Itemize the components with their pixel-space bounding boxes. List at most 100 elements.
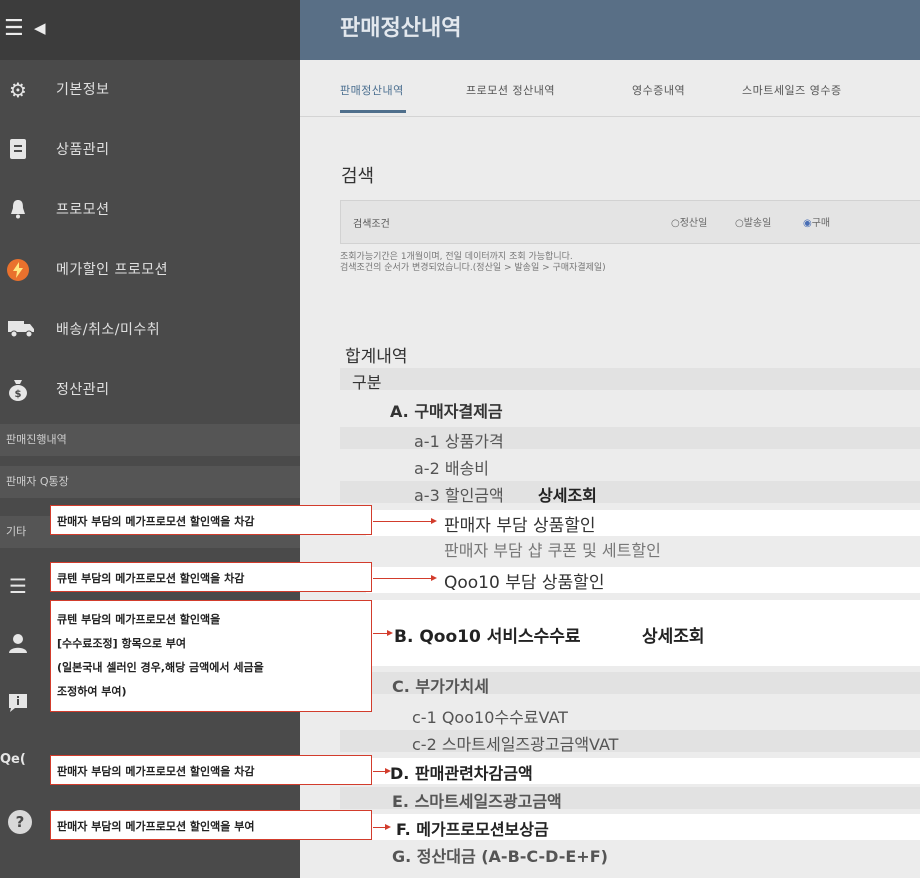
arrow-icon <box>373 768 391 774</box>
radio-off-icon: ○ <box>671 218 680 229</box>
b-detail-link[interactable]: 상세조회 <box>642 622 705 647</box>
sidebar-subitem-q-account[interactable]: 판매자 Q통장 <box>0 466 300 498</box>
collapse-arrow-icon[interactable]: ◀ <box>34 19 46 37</box>
help-icon[interactable]: ? <box>8 810 32 834</box>
callout-text: [수수료조정] 항목으로 부여 <box>57 637 187 650</box>
radio-settlement-date[interactable]: ○정산일 <box>671 214 707 229</box>
callout-qoo10-burden-fee-adjust: 큐텐 부담의 메가프로모션 할인액을 [수수료조정] 항목으로 부여 (일본국내… <box>50 600 372 712</box>
sidebar-item-shipping[interactable]: 배송/취소/미수취 <box>0 300 300 360</box>
callout-seller-burden-deduct-2: 판매자 부담의 메가프로모션 할인액을 차감 <box>50 755 372 785</box>
callout-text: 큐텐 부담의 메가프로모션 할인액을 차감 <box>57 572 245 585</box>
sidebar-header: ☰ ◀ <box>0 0 300 60</box>
highlight-row-a3-1: 판매자 부담 상품할인 <box>366 510 920 536</box>
highlight-row-b: B. Qoo10 서비스수수료 상세조회 <box>366 600 920 666</box>
summary-header-row: 구분 <box>340 368 920 392</box>
row-label: c-1 Qoo10수수료VAT <box>412 708 568 727</box>
arrow-icon <box>373 518 437 524</box>
row-label: A. 구매자결제금 <box>390 402 503 421</box>
note-line: 조회가능기간은 1개월이며, 전일 데이터까지 조회 가능합니다. <box>340 252 573 262</box>
search-section-title: 검색 <box>341 166 375 187</box>
callout-text: 판매자 부담의 메가프로모션 할인액을 차감 <box>57 515 255 528</box>
highlight-row-a3-3: Qoo10 부담 상품할인 <box>366 567 920 593</box>
row-label: F. 메가프로모션보상금 <box>396 820 549 839</box>
summary-row-a: A. 구매자결제금 <box>340 397 920 421</box>
summary-row-c2: c-2 스마트세일즈광고금액VAT <box>340 730 920 754</box>
qoo10-logo-partial: Qe( <box>0 752 26 767</box>
summary-row-a1: a-1 상품가격 <box>340 427 920 451</box>
search-condition-label: 검색조건 <box>353 219 390 230</box>
a3-detail-link[interactable]: 상세조회 <box>538 482 597 506</box>
row-label: Qoo10 부담 상품할인 <box>444 573 605 593</box>
sidebar-subitem-label: 기타 <box>6 525 27 538</box>
gears-icon: ⚙ <box>9 78 27 102</box>
radio-label: 발송일 <box>743 218 772 229</box>
callout-text: 판매자 부담의 메가프로모션 할인액을 부여 <box>57 820 255 833</box>
callout-text: (일본국내 셀러인 경우,해당 금액에서 세금을 <box>57 661 264 674</box>
sidebar-item-promotion[interactable]: 프로모션 <box>0 180 300 240</box>
radio-label: 구매 <box>811 218 831 229</box>
summary-row-c: C. 부가가치세 <box>340 672 920 696</box>
svg-text:$: $ <box>15 389 22 400</box>
row-label: C. 부가가치세 <box>392 677 489 696</box>
callout-text: 조정하여 부여) <box>57 685 127 698</box>
row-label: D. 판매관련차감금액 <box>390 764 533 783</box>
callout-seller-burden-deduct-1: 판매자 부담의 메가프로모션 할인액을 차감 <box>50 505 372 535</box>
lightning-badge-icon <box>6 258 30 282</box>
callout-seller-burden-grant: 판매자 부담의 메가프로모션 할인액을 부여 <box>50 810 372 840</box>
main-content: 판매정산내역 판매정산내역 프로모션 정산내역 영수증내역 스마트세일즈 영수증… <box>300 0 920 878</box>
radio-purchase-date[interactable]: ◉구매 <box>803 214 830 229</box>
search-condition-row: 검색조건 ○정산일 ○발송일 ◉구매 <box>340 200 920 244</box>
sidebar-item-label: 기본정보 <box>56 82 110 98</box>
tab-receipts[interactable]: 영수증내역 <box>632 82 685 98</box>
callout-qoo10-burden-deduct: 큐텐 부담의 메가프로모션 할인액을 차감 <box>50 562 372 592</box>
summary-row-a2: a-2 배송비 <box>340 454 920 478</box>
truck-icon <box>6 318 36 342</box>
highlight-row-d: D. 판매관련차감금액 <box>366 758 920 784</box>
summary-row-a3: a-3 할인금액 상세조회 <box>340 481 920 506</box>
summary-row-e: E. 스마트세일즈광고금액 <box>340 787 920 811</box>
row-label: a-3 할인금액 <box>414 486 504 505</box>
row-label: 판매자 부담 샵 쿠폰 및 세트할인 <box>444 541 661 560</box>
tab-smart-sales-receipt[interactable]: 스마트세일즈 영수증 <box>742 82 842 98</box>
money-bag-icon: $ <box>6 378 30 402</box>
active-tab-indicator <box>340 110 406 113</box>
callout-text: 큐텐 부담의 메가프로모션 할인액을 <box>57 613 221 626</box>
document-icon <box>6 138 30 162</box>
sidebar-item-label: 프로모션 <box>56 202 110 218</box>
row-label: 판매자 부담 상품할인 <box>444 516 596 536</box>
row-label: a-1 상품가격 <box>414 432 504 451</box>
sidebar-item-label: 메가할인 프로모션 <box>56 262 168 278</box>
sidebar-subitem-label: 판매진행내역 <box>6 433 67 446</box>
hamburger-menu-icon[interactable]: ☰ <box>4 16 24 41</box>
highlight-row-f: F. 메가프로모션보상금 <box>366 814 920 840</box>
list-icon[interactable]: ☰ <box>4 572 32 600</box>
tab-bar: 판매정산내역 프로모션 정산내역 영수증내역 스마트세일즈 영수증 <box>300 60 920 117</box>
sidebar-item-product[interactable]: 상품관리 <box>0 120 300 180</box>
row-label: E. 스마트세일즈광고금액 <box>392 792 562 811</box>
sidebar-item-settlement[interactable]: $ 정산관리 <box>0 360 300 420</box>
info-message-icon[interactable] <box>4 692 32 720</box>
person-icon[interactable] <box>4 632 32 660</box>
sidebar-subitem-label: 판매자 Q통장 <box>6 475 69 488</box>
tab-promotion-settlement[interactable]: 프로모션 정산내역 <box>466 82 555 98</box>
sidebar-item-label: 정산관리 <box>56 382 110 398</box>
arrow-icon <box>373 575 437 581</box>
row-label: G. 정산대금 (A-B-C-D-E+F) <box>392 847 608 866</box>
page-header: 판매정산내역 <box>300 0 920 60</box>
summary-row-g: G. 정산대금 (A-B-C-D-E+F) <box>340 842 920 866</box>
sidebar-item-mega-promotion[interactable]: 메가할인 프로모션 <box>0 240 300 300</box>
radio-ship-date[interactable]: ○발송일 <box>735 214 771 229</box>
arrow-icon <box>373 630 393 636</box>
sidebar-item-basic-info[interactable]: ⚙ 기본정보 <box>0 60 300 120</box>
sidebar-item-label: 배송/취소/미수취 <box>56 322 161 338</box>
sidebar: ☰ ◀ ⚙ 기본정보 상품관리 프로모션 메가할인 프로모션 배송/취소/미수취… <box>0 0 300 878</box>
sidebar-subitem-sales-progress[interactable]: 판매진행내역 <box>0 424 300 456</box>
radio-off-icon: ○ <box>735 218 744 229</box>
row-label: B. Qoo10 서비스수수료 <box>394 627 581 647</box>
tab-sales-settlement[interactable]: 판매정산내역 <box>340 82 404 98</box>
summary-header-label: 구분 <box>352 373 382 392</box>
row-label: a-2 배송비 <box>414 459 490 478</box>
bell-icon <box>6 198 30 222</box>
summary-row-c1: c-1 Qoo10수수료VAT <box>340 703 920 727</box>
callout-text: 판매자 부담의 메가프로모션 할인액을 차감 <box>57 765 255 778</box>
